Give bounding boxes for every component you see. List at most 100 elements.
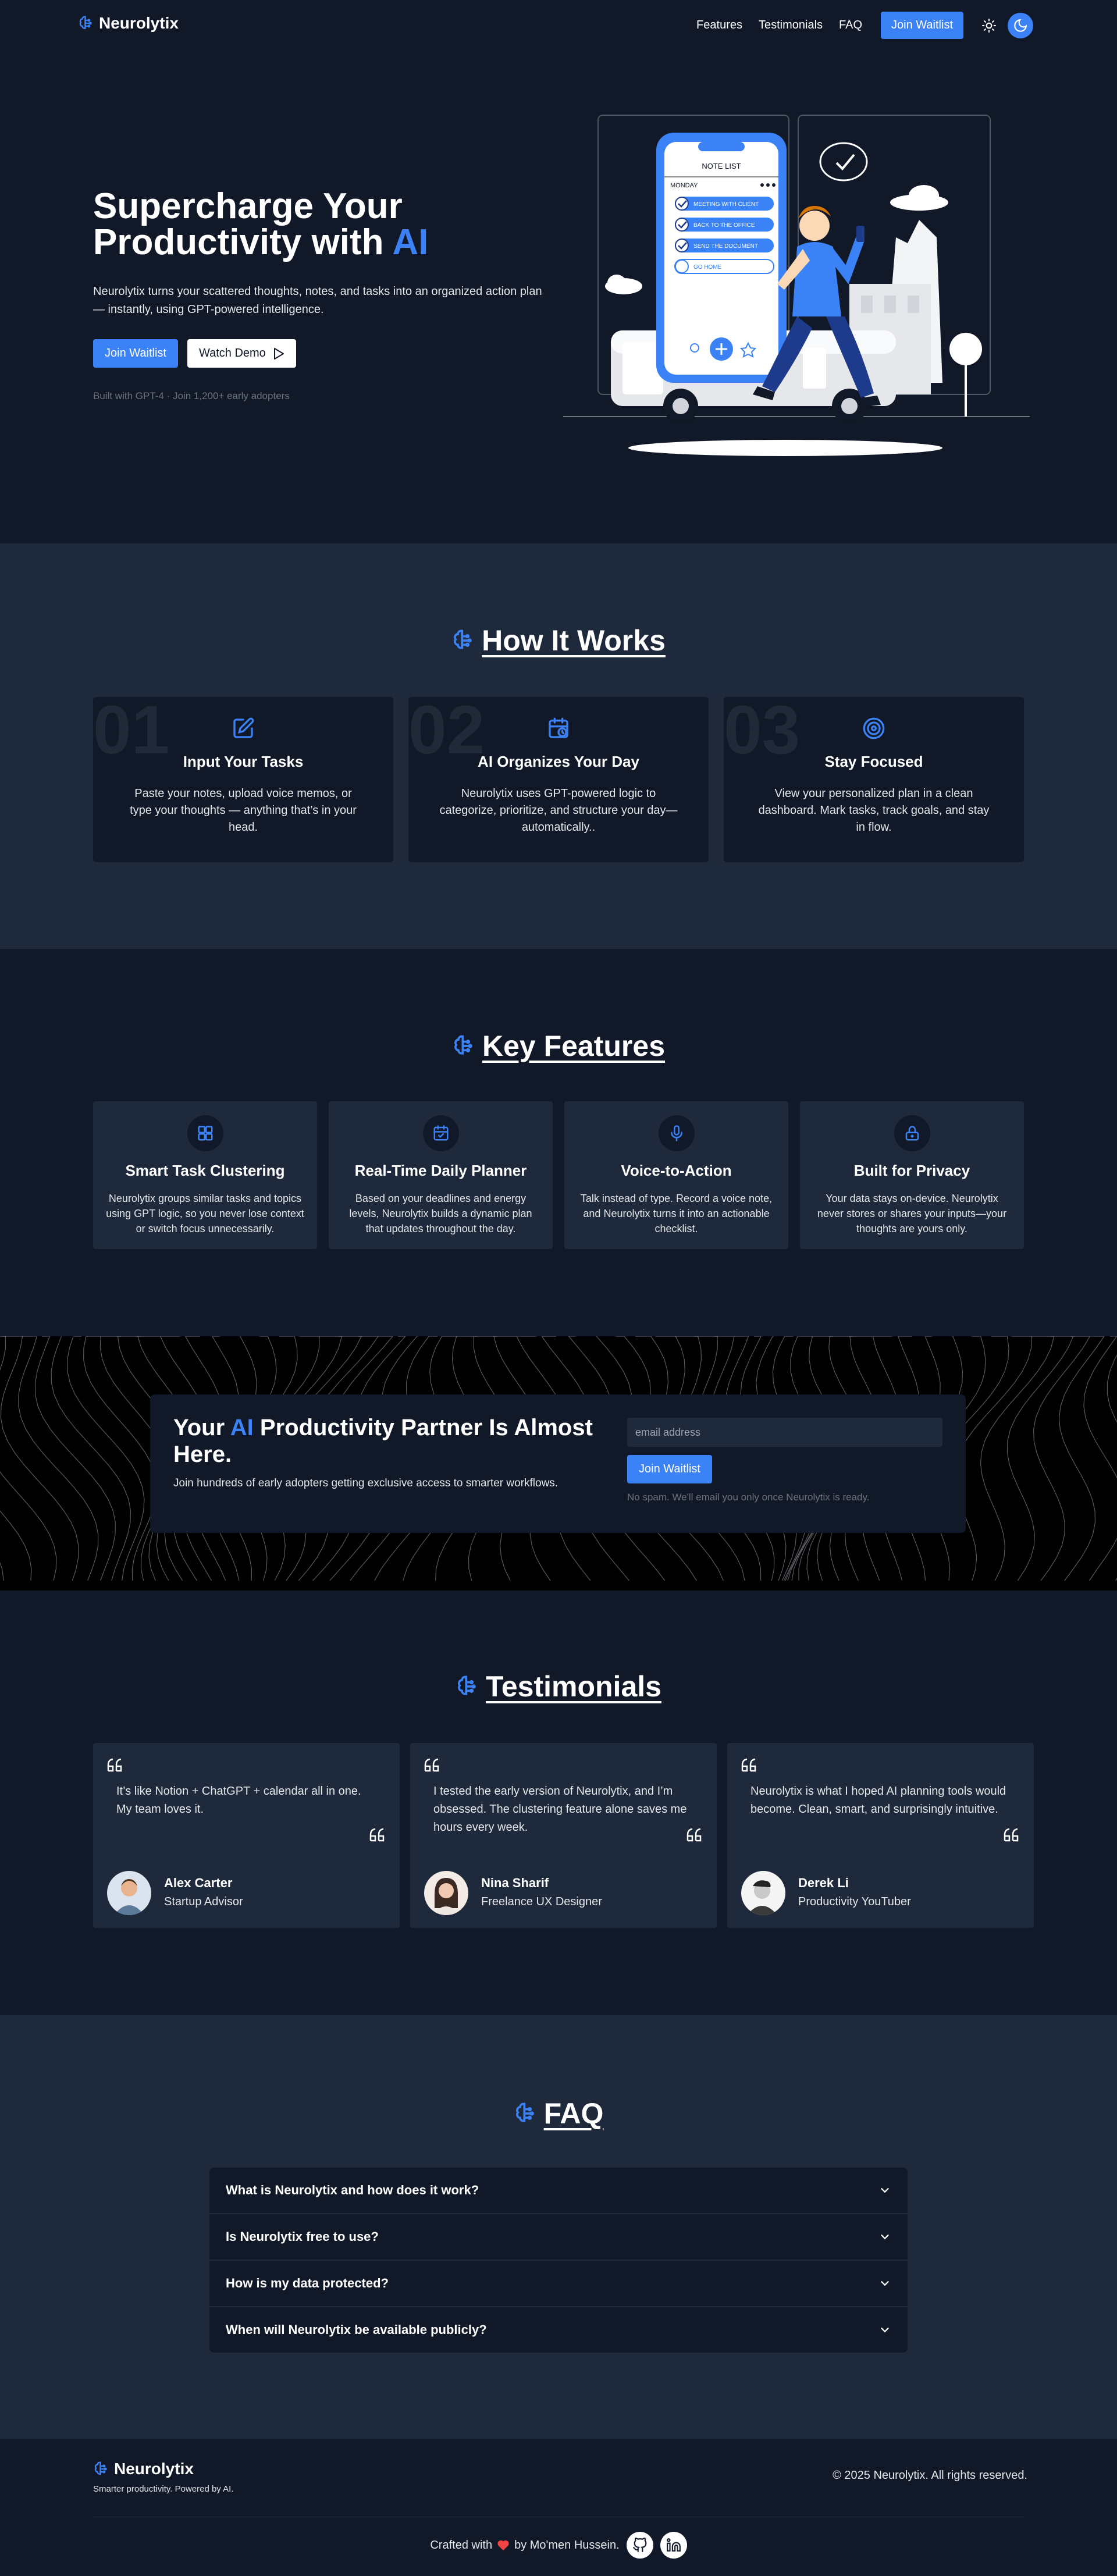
brand-logo[interactable]: Neurolytix [78,14,179,33]
chevron-down-icon [881,2328,889,2333]
waitlist-note: No spam. We'll email you only once Neuro… [627,1492,870,1503]
microphone-icon [670,1125,682,1141]
calendar-icon [433,1125,448,1141]
feature-title: Real-Time Daily Planner [354,1162,527,1179]
quote-open-icon [424,1758,439,1772]
testimonial-quote: Neurolytix is what I hoped AI planning t… [750,1785,1006,1816]
testimonial-name: Derek Li [798,1876,849,1890]
testimonial-role: Freelance UX Designer [481,1895,602,1908]
testimonial-role: Startup Advisor [164,1895,243,1908]
phone-task-1: MEETING WITH CLIENT [693,201,759,208]
play-icon [273,347,284,360]
feature-card: Smart Task Clustering Neurolytix groups … [93,1101,317,1249]
email-input[interactable] [627,1418,942,1447]
watch-demo-button[interactable]: Watch Demo [187,339,296,368]
wave-line [980,1336,1055,1581]
wave-line [954,1336,1033,1581]
waitlist-subtitle: Join hundreds of early adopters getting … [173,1477,558,1489]
brain-icon [94,2461,107,2475]
waitlist-title-accent: AI [230,1415,254,1440]
linkedin-link[interactable] [660,2532,687,2559]
chevron-down-icon [881,2188,889,2193]
wave-line [67,1336,145,1581]
github-icon [632,2538,647,2552]
faq-item[interactable]: What is Neurolytix and how does it work? [209,2168,908,2214]
nav-link-testimonials[interactable]: Testimonials [759,19,823,32]
wave-line [0,1510,32,1581]
footer-credits: Crafted with by Mo'men Hussein. [0,2532,1117,2559]
quote-open-icon [107,1758,122,1772]
footer: Neurolytix Smarter productivity. Powered… [0,2439,1117,2576]
step-title: AI Organizes Your Day [478,753,639,770]
feature-title: Smart Task Clustering [125,1162,285,1179]
faq-question: How is my data protected? [226,2276,389,2290]
feature-description: Your data stays on-device. Neurolytix ne… [817,1193,1007,1234]
light-mode-button[interactable] [976,13,1002,38]
wave-line [0,1561,4,1581]
step-description: Neurolytix uses GPT-powered logic to cat… [439,787,678,834]
watch-demo-label: Watch Demo [198,347,266,360]
step-title: Input Your Tasks [183,753,304,770]
edit-icon [233,717,254,738]
testimonials-title-text: Testimonials [486,1670,661,1703]
footer-copyright: © 2025 Neurolytix. All rights reserved. [833,2469,1027,2482]
brain-icon [454,629,472,649]
crafted-pre: Crafted with [430,2538,493,2552]
nav-join-waitlist-button[interactable]: Join Waitlist [881,12,963,39]
step-description: View your personalized plan in a clean d… [758,787,990,834]
brand-name: Neurolytix [99,14,179,32]
feature-title: Built for Privacy [853,1162,970,1179]
key-features-title-text: Key Features [482,1030,666,1062]
nav-link-features[interactable]: Features [696,19,742,32]
feature-card: Real-Time Daily Planner Based on your de… [329,1101,553,1249]
footer-brand[interactable]: Neurolytix [93,2460,194,2478]
testimonials-section: Testimonials It’s like Notion + ChatGPT … [0,1591,1117,2015]
how-it-works-section: How It Works 01 Input Your Tasks Paste y… [0,543,1117,949]
footer-brand-name: Neurolytix [114,2460,194,2478]
brain-icon [458,1675,476,1695]
nav-link-faq[interactable]: FAQ [839,19,862,32]
lock-icon [905,1126,919,1141]
hero-title-line2: Productivity with [93,222,393,262]
faq-item[interactable]: When will Neurolytix be available public… [209,2307,908,2353]
testimonial-quote: It’s like Notion + ChatGPT + calendar al… [116,1785,361,1816]
key-features-section: Key Features Smart Task Clustering Neuro… [0,949,1117,1336]
wave-line [83,1336,158,1581]
quote-open-icon [741,1758,756,1772]
calendar-clock-icon [549,717,568,738]
feature-icon-wrap [422,1115,459,1151]
waitlist-card: Your AI Productivity Partner Is Almost H… [150,1394,966,1533]
faq-question: Is Neurolytix free to use? [226,2229,379,2244]
github-link[interactable] [626,2532,653,2559]
moon-icon [1014,19,1027,32]
faq-item[interactable]: Is Neurolytix free to use? [209,2214,908,2261]
hero-title-line1: Supercharge Your [93,186,403,226]
hero-title: Supercharge Your Productivity with AI [93,188,617,261]
step-description: Paste your notes, upload voice memos, or… [130,787,357,834]
wave-line [1107,1354,1117,1581]
hero-title-accent: AI [392,222,429,262]
faq-question: What is Neurolytix and how does it work? [226,2183,479,2197]
feature-description: Based on your deadlines and energy level… [349,1193,532,1234]
step-card: 02 AI Organizes Your Day Neurolytix uses… [408,697,709,862]
testimonial-name: Alex Carter [164,1876,233,1890]
avatar [741,1871,785,1915]
testimonial-card: I tested the early version of Neurolytix… [410,1743,717,1928]
wave-line [51,1336,131,1581]
feature-icon-wrap [894,1115,930,1151]
brain-icon [515,2102,534,2122]
wave-line [0,1336,79,1581]
waitlist-join-button[interactable]: Join Waitlist [627,1455,712,1483]
faq-item[interactable]: How is my data protected? [209,2261,908,2307]
avatar [424,1871,468,1915]
hero-join-waitlist-button[interactable]: Join Waitlist [93,339,178,368]
how-it-works-title: How It Works [0,624,1117,657]
dark-mode-button[interactable] [1008,12,1033,38]
phone-day: MONDAY [670,182,698,189]
faq-title-text: FAQ [543,2097,604,2130]
chevron-down-icon [881,2281,889,2286]
avatar [107,1871,151,1915]
step-title: Stay Focused [824,753,923,770]
phone-task-3: SEND THE DOCUMENT [693,243,758,250]
phone-task-4: GO HOME [693,264,722,271]
